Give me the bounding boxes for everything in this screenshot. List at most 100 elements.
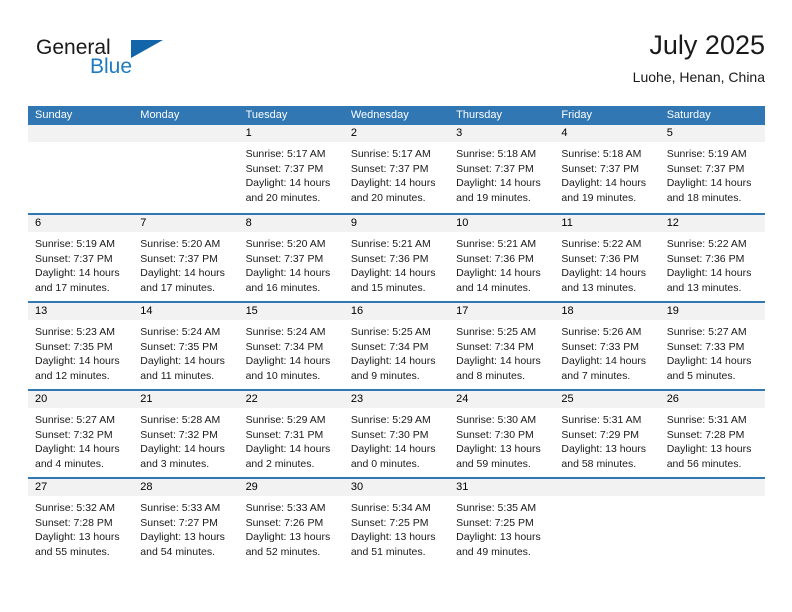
day-cell[interactable]: 25 Sunrise: 5:31 AM Sunset: 7:29 PM Dayligh… (554, 391, 660, 477)
day-number: 26 (659, 391, 765, 408)
sunrise-text: Sunrise: 5:25 AM (456, 326, 537, 338)
day-number: 9 (343, 215, 450, 232)
daylight-text: Daylight: 14 hours and 13 minutes. (561, 267, 647, 294)
sunset-text: Sunset: 7:35 PM (35, 340, 113, 353)
weekday-thursday: Thursday (456, 109, 502, 121)
day-cell[interactable]: 3 Sunrise: 5:18 AM Sunset: 7:37 PM Daylight… (449, 125, 555, 213)
day-number: 12 (659, 215, 765, 232)
day-cell[interactable]: 21 Sunrise: 5:28 AM Sunset: 7:32 PM Dayligh… (133, 391, 239, 477)
sunset-text: Sunset: 7:37 PM (561, 162, 640, 175)
day-cell[interactable]: 2 Sunrise: 5:17 AM Sunset: 7:37 PM Daylight… (343, 125, 450, 213)
week-row: 27 Sunrise: 5:32 AM Sunset: 7:28 PM Dayligh… (28, 477, 765, 565)
day-cell[interactable]: 26 Sunrise: 5:31 AM Sunset: 7:28 PM Dayligh… (659, 391, 765, 477)
sunset-text: Sunset: 7:34 PM (245, 340, 324, 353)
day-cell[interactable]: 5 Sunrise: 5:19 AM Sunset: 7:37 PM Daylight… (659, 125, 765, 213)
day-cell-empty (554, 479, 660, 565)
day-number: 28 (133, 479, 239, 496)
day-cell-empty (133, 125, 239, 213)
day-cell[interactable]: 24 Sunrise: 5:30 AM Sunset: 7:30 PM Dayligh… (449, 391, 555, 477)
sunset-text: Sunset: 7:25 PM (456, 516, 534, 529)
day-details: Sunrise: 5:34 AM Sunset: 7:25 PM Daylight:… (344, 496, 449, 559)
day-number: 20 (28, 391, 134, 408)
day-details: Sunrise: 5:22 AM Sunset: 7:36 PM Daylight:… (660, 232, 765, 295)
weekday-header-row: Sunday Monday Tuesday Wednesday Thursday… (28, 106, 765, 125)
day-details: Sunrise: 5:18 AM Sunset: 7:37 PM Daylight:… (554, 142, 659, 205)
day-number: 18 (554, 303, 660, 320)
sunrise-text: Sunrise: 5:31 AM (561, 414, 642, 426)
sunset-text: Sunset: 7:37 PM (350, 162, 429, 175)
day-number: 6 (28, 215, 134, 232)
day-cell[interactable]: 23 Sunrise: 5:29 AM Sunset: 7:30 PM Dayligh… (343, 391, 450, 477)
day-cell[interactable]: 10 Sunrise: 5:21 AM Sunset: 7:36 PM Dayligh… (449, 215, 555, 301)
daylight-text: Daylight: 14 hours and 19 minutes. (456, 177, 541, 204)
daylight-text: Daylight: 13 hours and 55 minutes. (35, 531, 120, 558)
day-details: Sunrise: 5:19 AM Sunset: 7:37 PM Daylight:… (28, 232, 133, 295)
day-cell[interactable]: 22 Sunrise: 5:29 AM Sunset: 7:31 PM Dayligh… (238, 391, 344, 477)
day-cell[interactable]: 9 Sunrise: 5:21 AM Sunset: 7:36 PM Daylight… (343, 215, 450, 301)
sunrise-text: Sunrise: 5:31 AM (666, 414, 747, 426)
sunrise-text: Sunrise: 5:34 AM (350, 502, 431, 514)
day-cell[interactable]: 1 Sunrise: 5:17 AM Sunset: 7:37 PM Daylight… (238, 125, 344, 213)
weeks-container: 1 Sunrise: 5:17 AM Sunset: 7:37 PM Daylight… (28, 125, 765, 565)
daylight-text: Daylight: 14 hours and 3 minutes. (140, 443, 225, 470)
calendar-page: General Blue July 2025 Luohe, Henan, Chi… (0, 0, 792, 612)
day-cell[interactable]: 11 Sunrise: 5:22 AM Sunset: 7:36 PM Dayligh… (554, 215, 660, 301)
weekday-wednesday: Wednesday (350, 109, 409, 121)
day-cell[interactable]: 31 Sunrise: 5:35 AM Sunset: 7:25 PM Dayligh… (449, 479, 555, 565)
daylight-text: Daylight: 13 hours and 52 minutes. (245, 531, 331, 558)
daylight-text: Daylight: 14 hours and 2 minutes. (245, 443, 331, 470)
day-cell[interactable]: 29 Sunrise: 5:33 AM Sunset: 7:26 PM Dayligh… (238, 479, 344, 565)
day-cell[interactable]: 17 Sunrise: 5:25 AM Sunset: 7:34 PM Dayligh… (449, 303, 555, 389)
sunset-text: Sunset: 7:27 PM (140, 516, 218, 529)
day-number (28, 125, 134, 142)
daylight-text: Daylight: 14 hours and 16 minutes. (245, 267, 331, 294)
sunset-text: Sunset: 7:25 PM (350, 516, 429, 529)
day-cell[interactable]: 6 Sunrise: 5:19 AM Sunset: 7:37 PM Daylight… (28, 215, 134, 301)
day-cell[interactable]: 16 Sunrise: 5:25 AM Sunset: 7:34 PM Dayligh… (343, 303, 450, 389)
logo-text-blue: Blue (90, 55, 133, 78)
day-cell-empty (28, 125, 134, 213)
day-cell-empty (659, 479, 765, 565)
sunset-text: Sunset: 7:37 PM (140, 252, 218, 265)
day-cell[interactable]: 18 Sunrise: 5:26 AM Sunset: 7:33 PM Dayligh… (554, 303, 660, 389)
day-cell[interactable]: 27 Sunrise: 5:32 AM Sunset: 7:28 PM Dayligh… (28, 479, 134, 565)
sunrise-text: Sunrise: 5:20 AM (245, 238, 326, 250)
day-cell[interactable]: 12 Sunrise: 5:22 AM Sunset: 7:36 PM Dayligh… (659, 215, 765, 301)
day-details: Sunrise: 5:33 AM Sunset: 7:27 PM Daylight:… (133, 496, 238, 559)
day-cell[interactable]: 28 Sunrise: 5:33 AM Sunset: 7:27 PM Dayligh… (133, 479, 239, 565)
day-cell[interactable]: 30 Sunrise: 5:34 AM Sunset: 7:25 PM Dayligh… (343, 479, 450, 565)
day-cell[interactable]: 19 Sunrise: 5:27 AM Sunset: 7:33 PM Dayligh… (659, 303, 765, 389)
day-cell[interactable]: 15 Sunrise: 5:24 AM Sunset: 7:34 PM Dayligh… (238, 303, 344, 389)
day-number: 1 (238, 125, 344, 142)
day-cell[interactable]: 8 Sunrise: 5:20 AM Sunset: 7:37 PM Daylight… (238, 215, 344, 301)
sunrise-text: Sunrise: 5:24 AM (140, 326, 221, 338)
day-number (554, 479, 660, 496)
daylight-text: Daylight: 14 hours and 20 minutes. (350, 177, 436, 204)
sunrise-text: Sunrise: 5:25 AM (350, 326, 431, 338)
day-number: 2 (343, 125, 450, 142)
day-details: Sunrise: 5:22 AM Sunset: 7:36 PM Daylight:… (554, 232, 659, 295)
weekday-saturday: Saturday (666, 109, 711, 121)
daylight-text: Daylight: 14 hours and 9 minutes. (350, 355, 436, 382)
day-details: Sunrise: 5:21 AM Sunset: 7:36 PM Daylight:… (449, 232, 554, 295)
day-details: Sunrise: 5:24 AM Sunset: 7:34 PM Daylight:… (239, 320, 344, 383)
general-blue-logo[interactable]: General Blue (28, 36, 248, 88)
sunrise-text: Sunrise: 5:20 AM (140, 238, 221, 250)
sunrise-text: Sunrise: 5:18 AM (561, 148, 642, 160)
week-row: 13 Sunrise: 5:23 AM Sunset: 7:35 PM Dayligh… (28, 301, 765, 389)
day-cell[interactable]: 14 Sunrise: 5:24 AM Sunset: 7:35 PM Dayligh… (133, 303, 239, 389)
day-cell[interactable]: 20 Sunrise: 5:27 AM Sunset: 7:32 PM Dayligh… (28, 391, 134, 477)
day-number: 11 (554, 215, 660, 232)
week-row: 1 Sunrise: 5:17 AM Sunset: 7:37 PM Daylight… (28, 125, 765, 213)
triangle-icon (131, 40, 163, 58)
title-block: July 2025 Luohe, Henan, China (633, 28, 765, 87)
day-cell[interactable]: 7 Sunrise: 5:20 AM Sunset: 7:37 PM Daylight… (133, 215, 239, 301)
day-cell[interactable]: 4 Sunrise: 5:18 AM Sunset: 7:37 PM Daylight… (554, 125, 660, 213)
daylight-text: Daylight: 14 hours and 4 minutes. (35, 443, 120, 470)
weekday-friday: Friday (561, 109, 592, 121)
daylight-text: Daylight: 13 hours and 58 minutes. (561, 443, 647, 470)
day-number: 8 (238, 215, 344, 232)
day-number: 29 (238, 479, 344, 496)
day-number: 14 (133, 303, 239, 320)
day-cell[interactable]: 13 Sunrise: 5:23 AM Sunset: 7:35 PM Dayligh… (28, 303, 134, 389)
